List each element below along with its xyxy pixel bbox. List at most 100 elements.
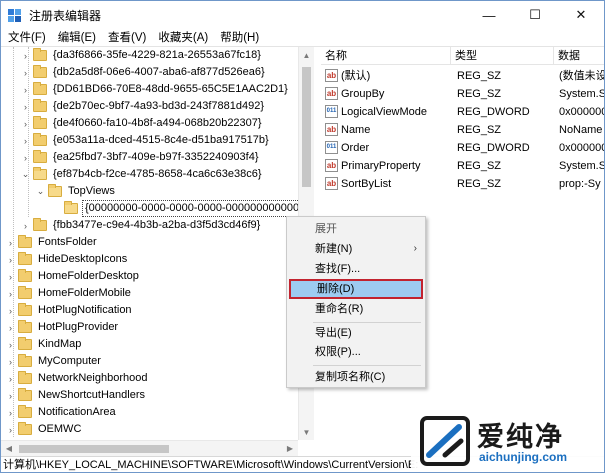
tree-item-notificationarea[interactable]: › NotificationArea <box>6 404 118 421</box>
expand-chevron-icon[interactable]: › <box>6 285 15 302</box>
tree-item[interactable]: › {db2a5d8f-06e6-4007-aba6-af877d526ea6} <box>21 64 267 81</box>
tree-item-networkneighborhood[interactable]: › NetworkNeighborhood <box>6 370 149 387</box>
expand-chevron-icon[interactable]: › <box>6 421 15 438</box>
value-row[interactable]: ab PrimaryProperty REG_SZ System.S <box>321 157 604 175</box>
tree-item[interactable]: › {de4f0660-fa10-4b8f-a494-068b20b22307} <box>21 115 264 132</box>
folder-icon <box>33 48 47 61</box>
tree-item-selected[interactable]: {00000000-0000-0000-0000-000000000000} <box>61 200 306 217</box>
tree-item[interactable]: › {da3f6866-35fe-4229-821a-26553a67fc18} <box>21 47 263 64</box>
ctx-delete[interactable]: 删除(D) <box>289 279 423 299</box>
collapse-chevron-icon[interactable]: ⌄ <box>36 183 45 200</box>
column-header-data[interactable]: 数据 <box>554 47 604 65</box>
expand-chevron-icon[interactable]: › <box>6 370 15 387</box>
expand-chevron-icon[interactable]: › <box>21 81 30 98</box>
value-row[interactable]: 011 Order REG_DWORD 0x000000 <box>321 139 604 157</box>
tree-item-hidedesktopicons[interactable]: › HideDesktopIcons <box>6 251 129 268</box>
ctx-permissions[interactable]: 权限(P)... <box>287 342 425 362</box>
expand-chevron-icon[interactable]: › <box>21 115 30 132</box>
tree-item-oemwc[interactable]: › OEMWC <box>6 421 83 438</box>
tree-item-newshortcuthandlers[interactable]: › NewShortcutHandlers <box>6 387 147 404</box>
tree-item-hotplugprovider[interactable]: › HotPlugProvider <box>6 319 120 336</box>
ctx-expand[interactable]: 展开 <box>287 219 425 239</box>
folder-icon <box>33 116 47 129</box>
menu-favorites[interactable]: 收藏夹(A) <box>152 29 214 47</box>
tree-horizontal-scrollbar[interactable]: ◀ ▶ <box>1 440 298 456</box>
expand-chevron-icon[interactable]: › <box>21 47 30 64</box>
string-value-icon: ab <box>325 87 338 100</box>
expand-chevron-icon[interactable]: › <box>6 336 15 353</box>
expand-chevron-icon[interactable]: › <box>6 319 15 336</box>
watermark-url-text: aichunjing.com <box>479 450 568 464</box>
menu-file[interactable]: 文件(F) <box>1 29 52 47</box>
value-row[interactable]: ab (默认) REG_SZ (数值未设 <box>321 67 604 85</box>
tree-item[interactable]: › {DD61BD66-70E8-48dd-9655-65C5E1AAC2D1} <box>21 81 290 98</box>
ctx-copy-key-name[interactable]: 复制项名称(C) <box>287 367 425 387</box>
expand-chevron-icon[interactable]: › <box>6 268 15 285</box>
folder-icon <box>18 354 32 367</box>
string-value-icon: ab <box>325 69 338 82</box>
regedit-app-icon <box>7 7 23 23</box>
column-header-name[interactable]: 名称 <box>321 47 451 65</box>
value-row[interactable]: ab GroupBy REG_SZ System.S <box>321 85 604 103</box>
value-row[interactable]: ab Name REG_SZ NoName <box>321 121 604 139</box>
expand-chevron-icon[interactable]: › <box>6 234 15 251</box>
scroll-left-arrow-icon[interactable]: ◀ <box>1 441 17 456</box>
folder-icon <box>33 133 47 146</box>
tree-item-topviews[interactable]: ⌄ TopViews <box>36 183 117 200</box>
registry-key-tree[interactable]: › {da3f6866-35fe-4229-821a-26553a67fc18}… <box>1 47 314 440</box>
aichunjing-logo-icon <box>420 416 470 466</box>
ctx-find[interactable]: 查找(F)... <box>287 259 425 279</box>
expand-chevron-icon[interactable]: › <box>6 251 15 268</box>
expand-chevron-icon[interactable]: › <box>21 64 30 81</box>
tree-item-mycomputer[interactable]: › MyComputer <box>6 353 103 370</box>
collapse-chevron-icon[interactable]: ⌄ <box>21 166 30 183</box>
scroll-thumb[interactable] <box>19 445 169 453</box>
ctx-rename[interactable]: 重命名(R) <box>287 299 425 319</box>
tree-item[interactable]: › {e053a11a-dced-4515-8c4e-d51ba917517b} <box>21 132 271 149</box>
scroll-up-arrow-icon[interactable]: ▲ <box>299 47 314 63</box>
menu-help[interactable]: 帮助(H) <box>214 29 265 47</box>
expand-chevron-icon[interactable]: › <box>6 387 15 404</box>
tree-item-expanded[interactable]: ⌄ {ef87b4cb-f2ce-4785-8658-4ca6c63e38c6} <box>21 166 264 183</box>
list-header: 名称 类型 数据 <box>321 47 604 65</box>
expand-chevron-icon[interactable]: › <box>21 98 30 115</box>
expand-chevron-icon[interactable]: › <box>6 404 15 421</box>
expand-chevron-icon[interactable]: › <box>21 217 30 234</box>
maximize-button[interactable]: ☐ <box>512 1 558 29</box>
ctx-new[interactable]: 新建(N) › <box>287 239 425 259</box>
scroll-down-arrow-icon[interactable]: ▼ <box>299 424 314 440</box>
folder-icon <box>18 388 32 401</box>
folder-icon <box>18 371 32 384</box>
expand-chevron-icon[interactable]: › <box>6 302 15 319</box>
tree-item[interactable]: › {fbb3477e-c9e4-4b3b-a2ba-d3f5d3cd46f9} <box>21 217 262 234</box>
expand-chevron-icon[interactable]: › <box>6 353 15 370</box>
close-button[interactable]: ✕ <box>558 1 604 29</box>
tree-item-kindmap[interactable]: › KindMap <box>6 336 83 353</box>
menu-edit[interactable]: 编辑(E) <box>52 29 102 47</box>
tree-item-hotplugnotification[interactable]: › HotPlugNotification <box>6 302 134 319</box>
scroll-right-arrow-icon[interactable]: ▶ <box>282 441 298 456</box>
tree-item[interactable]: › {ea25fbd7-3bf7-409e-b97f-3352240903f4} <box>21 149 261 166</box>
folder-icon <box>18 320 32 333</box>
title-bar[interactable]: 注册表编辑器 — ☐ ✕ <box>1 1 604 29</box>
folder-icon <box>33 65 47 78</box>
folder-icon <box>18 337 32 350</box>
folder-icon <box>18 252 32 265</box>
tree-item[interactable]: › {de2b70ec-9bf7-4a93-bd3d-243f7881d492} <box>21 98 266 115</box>
minimize-button[interactable]: — <box>466 1 512 29</box>
scroll-thumb[interactable] <box>302 67 311 187</box>
ctx-export[interactable]: 导出(E) <box>287 323 425 343</box>
folder-icon <box>33 82 47 95</box>
folder-icon <box>33 218 47 231</box>
expand-chevron-icon[interactable]: › <box>21 149 30 166</box>
menu-separator <box>313 365 421 366</box>
tree-item-fontsfolder[interactable]: › FontsFolder <box>6 234 99 251</box>
folder-icon <box>18 269 32 282</box>
expand-chevron-icon[interactable]: › <box>21 132 30 149</box>
value-row[interactable]: 011 LogicalViewMode REG_DWORD 0x000000 <box>321 103 604 121</box>
column-header-type[interactable]: 类型 <box>451 47 554 65</box>
value-row[interactable]: ab SortByList REG_SZ prop:-Sy <box>321 175 604 193</box>
tree-item-homefoldermobile[interactable]: › HomeFolderMobile <box>6 285 133 302</box>
tree-item-homefolderdesktop[interactable]: › HomeFolderDesktop <box>6 268 141 285</box>
menu-view[interactable]: 查看(V) <box>102 29 152 47</box>
